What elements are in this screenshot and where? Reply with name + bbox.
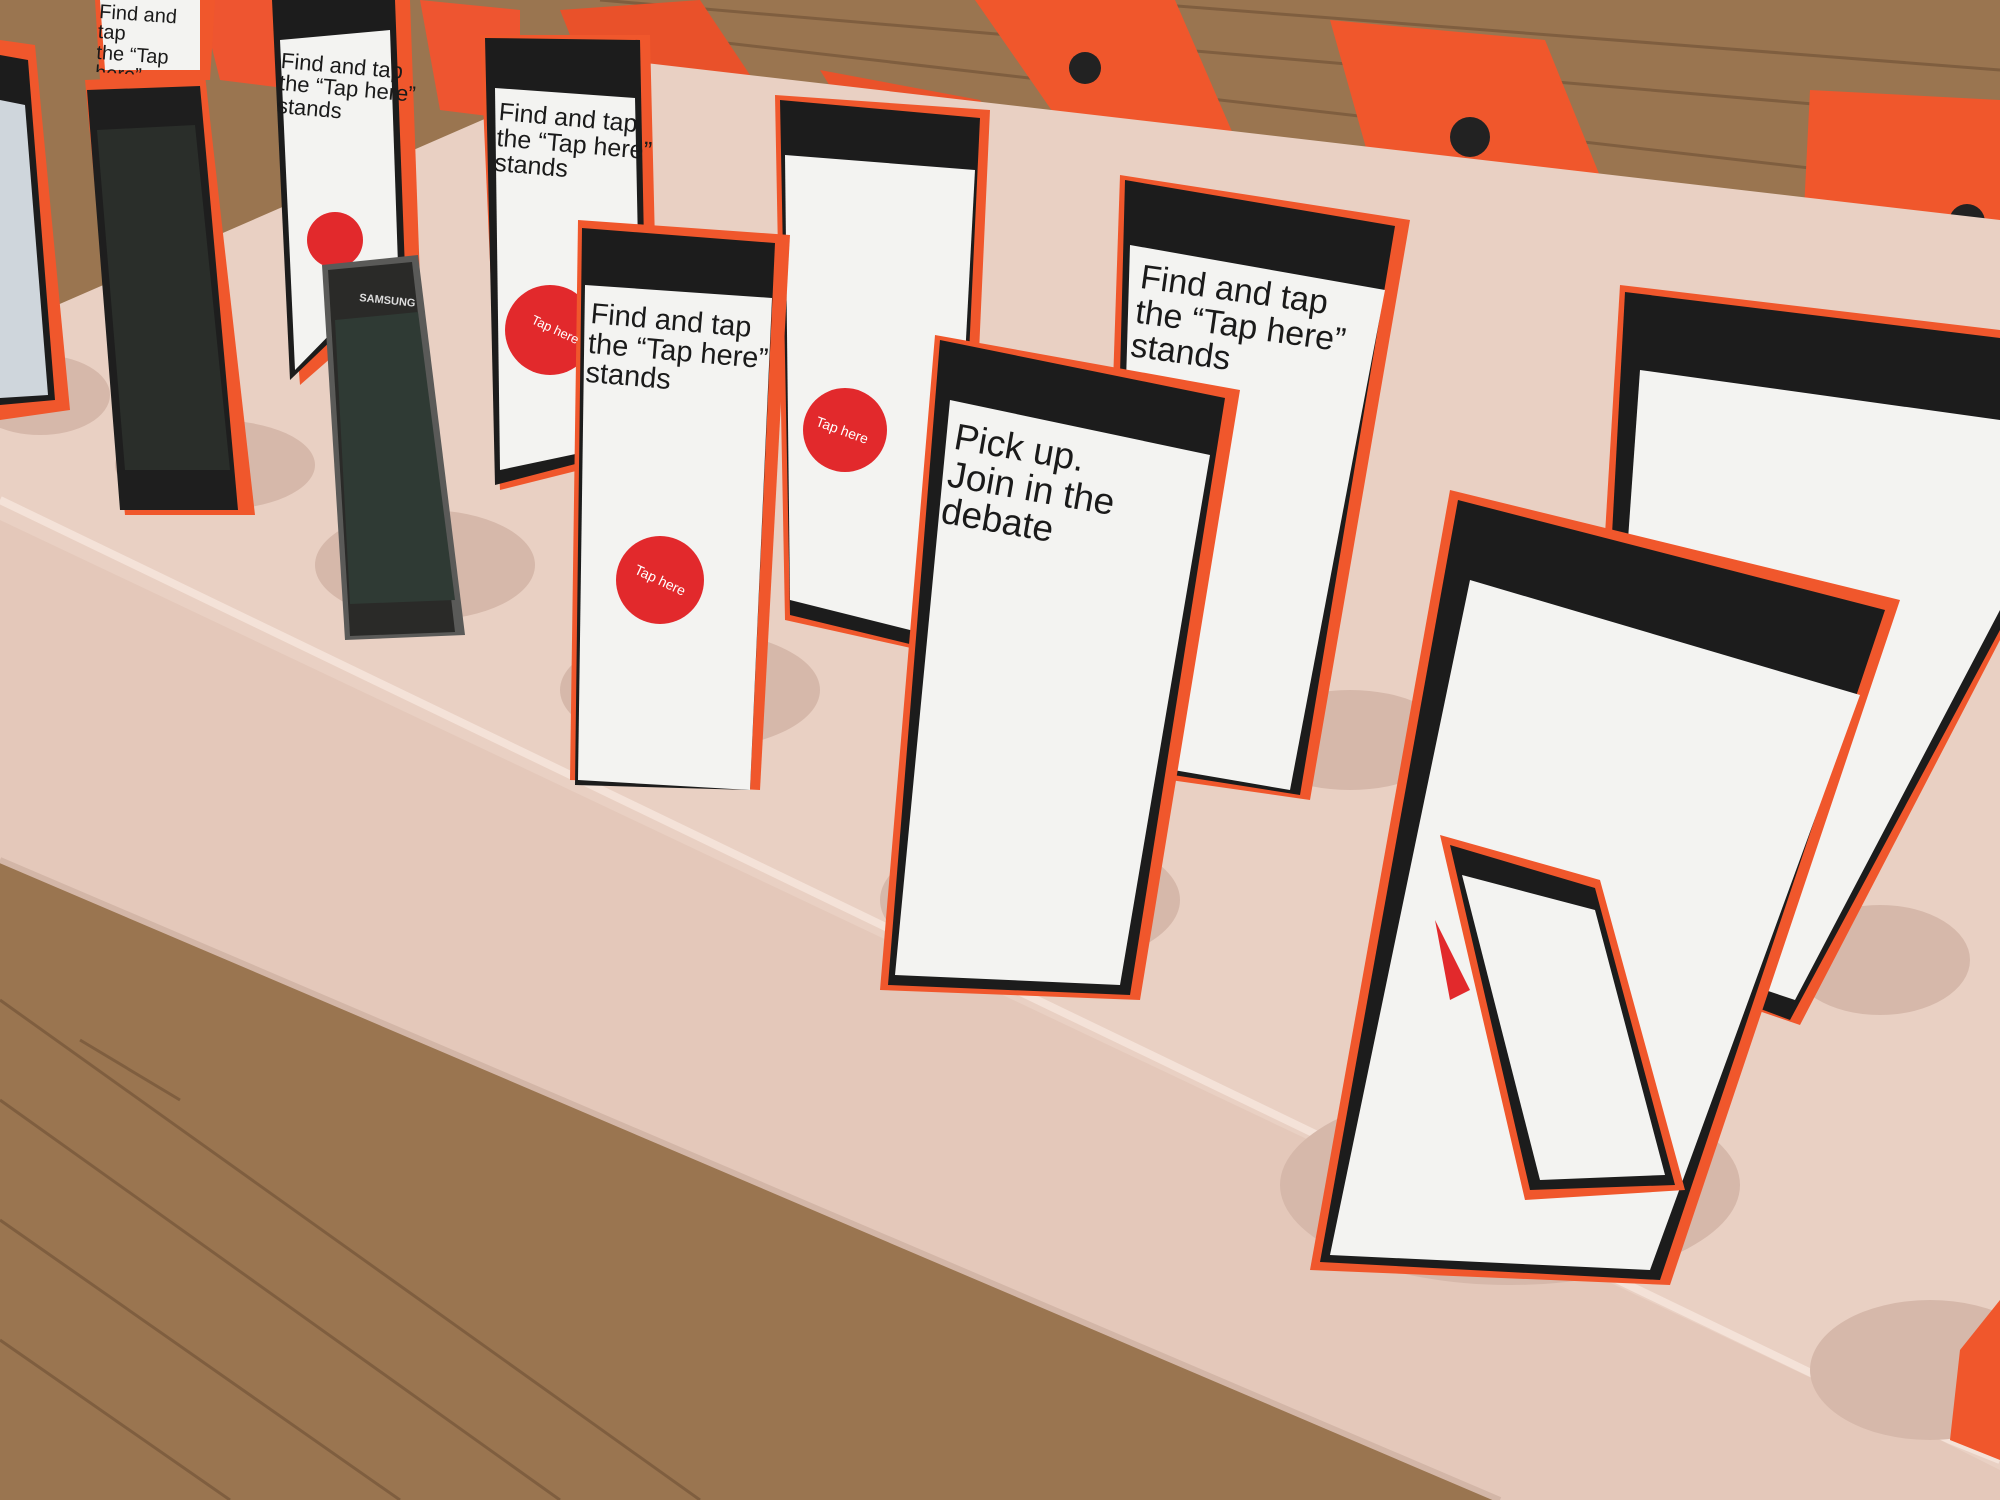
camera-icon [1450,117,1490,157]
screen-text-find-tap-front: Find and tap the “Tap here” stands [584,298,770,397]
camera-icon [1069,52,1101,84]
screen-text-find-tap-far: Find and tap the “Tap here” stands [276,48,417,124]
photo-scene [0,0,2000,1500]
screen-text-find-tap-mid-back: Find and tap the “Tap here” stands [493,98,654,184]
screen-text-find-tap-top-left: Find and tap the “Tap here” stands [95,2,178,80]
